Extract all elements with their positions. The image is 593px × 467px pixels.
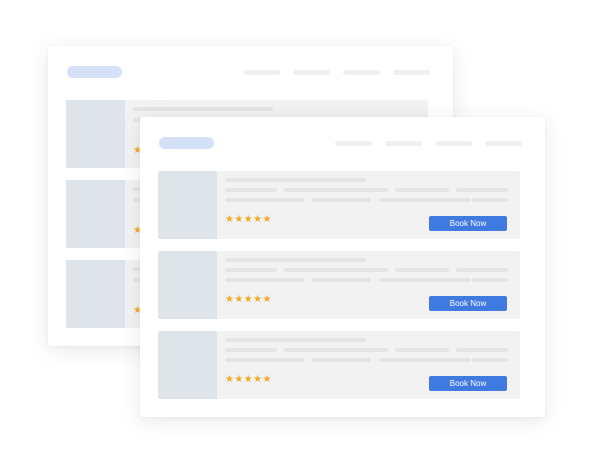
text-placeholder	[284, 268, 388, 272]
book-now-button[interactable]: Book Now	[429, 216, 507, 231]
nav-placeholder	[243, 70, 280, 75]
book-now-button[interactable]: Book Now	[429, 296, 507, 311]
listing-thumbnail	[66, 100, 125, 168]
text-placeholder	[456, 268, 508, 272]
text-placeholder	[395, 268, 449, 272]
text-placeholder	[225, 258, 366, 262]
text-placeholder	[225, 188, 277, 192]
text-placeholder	[225, 278, 304, 282]
star-icon: ★★★★★	[225, 294, 272, 305]
listing-card: ★★★★★ Book Now	[158, 331, 520, 399]
logo-placeholder	[159, 137, 214, 149]
listing-card: ★★★★★ Book Now	[158, 251, 520, 319]
text-placeholder	[311, 198, 371, 202]
nav-placeholder	[293, 70, 330, 75]
nav-placeholder	[435, 141, 472, 146]
listing-thumbnail	[66, 180, 125, 248]
text-placeholder	[395, 188, 449, 192]
text-placeholder	[395, 348, 449, 352]
text-placeholder	[379, 278, 471, 282]
text-placeholder	[472, 278, 508, 282]
nav-placeholder	[335, 141, 372, 146]
star-icon: ★★★★★	[225, 374, 272, 385]
text-placeholder	[225, 198, 304, 202]
text-placeholder	[284, 188, 388, 192]
text-placeholder	[379, 358, 471, 362]
text-placeholder	[311, 358, 371, 362]
text-placeholder	[225, 338, 366, 342]
logo-placeholder	[67, 66, 122, 78]
nav-placeholder	[485, 141, 522, 146]
book-now-button[interactable]: Book Now	[429, 376, 507, 391]
nav-placeholder	[385, 141, 422, 146]
text-placeholder	[225, 268, 277, 272]
listing-thumbnail	[158, 331, 217, 399]
listing-card: ★★★★★ Book Now	[158, 171, 520, 239]
nav-placeholder	[393, 70, 430, 75]
text-placeholder	[379, 198, 471, 202]
text-placeholder	[225, 348, 277, 352]
listing-thumbnail	[158, 251, 217, 319]
listing-thumbnail	[66, 260, 125, 328]
text-placeholder	[284, 348, 388, 352]
text-placeholder	[456, 188, 508, 192]
text-placeholder	[133, 107, 273, 111]
text-placeholder	[225, 178, 366, 182]
text-placeholder	[311, 278, 371, 282]
text-placeholder	[456, 348, 508, 352]
illustration-stage: ★ ★ ★ ★★★★★ Book Now ★★★★★ Book Now ★★★★…	[0, 0, 593, 467]
front-window: ★★★★★ Book Now ★★★★★ Book Now ★★★★★ Book…	[140, 117, 545, 417]
text-placeholder	[472, 358, 508, 362]
text-placeholder	[472, 198, 508, 202]
nav-placeholder	[343, 70, 380, 75]
star-icon: ★★★★★	[225, 214, 272, 225]
text-placeholder	[225, 358, 304, 362]
listing-thumbnail	[158, 171, 217, 239]
